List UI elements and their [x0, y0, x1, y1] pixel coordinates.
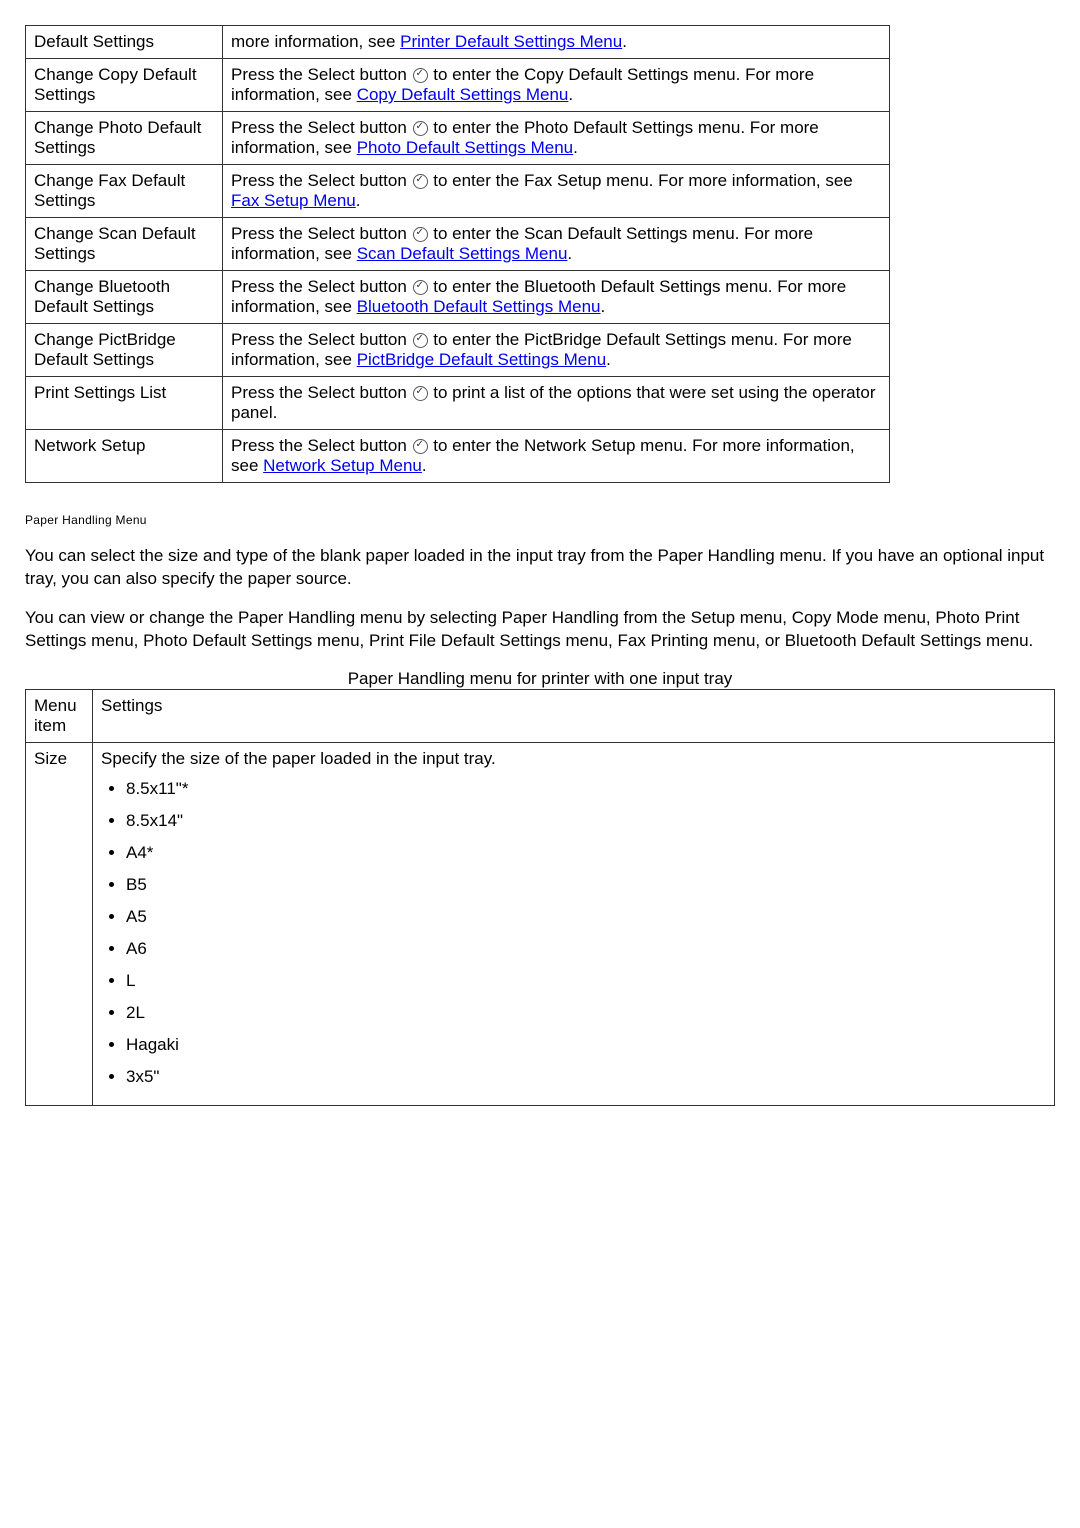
size-option: 2L [126, 1003, 1046, 1023]
select-button-icon [413, 174, 428, 189]
settings-table: Default Settingsmore information, see Pr… [25, 25, 890, 483]
menu-item-label: Network Setup [26, 430, 223, 483]
select-button-icon [413, 227, 428, 242]
size-list: 8.5x11"* 8.5x14" A4* B5 A5 A6 L 2L Hagaki 3x5" [101, 779, 1046, 1087]
menu-item-label: Change Fax Default Settings [26, 165, 223, 218]
menu-link[interactable]: Copy Default Settings Menu [357, 85, 569, 104]
size-option: A5 [126, 907, 1046, 927]
menu-item-description: Press the Select button to enter the Blu… [223, 271, 890, 324]
size-option: L [126, 971, 1046, 991]
menu-item-label: Change Bluetooth Default Settings [26, 271, 223, 324]
size-option: A4* [126, 843, 1046, 863]
menu-link[interactable]: Bluetooth Default Settings Menu [357, 297, 601, 316]
paper-handling-table: Menu item Settings Size Specify the size… [25, 689, 1055, 1106]
menu-item-description: Press the Select button to enter the Sca… [223, 218, 890, 271]
size-option: B5 [126, 875, 1046, 895]
menu-item-label: Change Scan Default Settings [26, 218, 223, 271]
menu-item-description: Press the Select button to enter the Fax… [223, 165, 890, 218]
menu-item-label: Default Settings [26, 26, 223, 59]
row-size-label: Size [26, 742, 93, 1105]
header-menu-item: Menu item [26, 689, 93, 742]
paper-handling-heading: Paper Handling Menu [25, 513, 1055, 527]
select-button-icon [413, 386, 428, 401]
select-button-icon [413, 68, 428, 83]
menu-link[interactable]: Scan Default Settings Menu [357, 244, 568, 263]
row-size-content: Specify the size of the paper loaded in … [93, 742, 1055, 1105]
paragraph-2: You can view or change the Paper Handlin… [25, 607, 1055, 653]
menu-item-label: Change Photo Default Settings [26, 112, 223, 165]
menu-link[interactable]: Fax Setup Menu [231, 191, 356, 210]
select-button-icon [413, 280, 428, 295]
menu-item-label: Change Copy Default Settings [26, 59, 223, 112]
size-description: Specify the size of the paper loaded in … [101, 749, 496, 768]
select-button-icon [413, 333, 428, 348]
size-option: 3x5" [126, 1067, 1046, 1087]
size-option: A6 [126, 939, 1046, 959]
menu-link[interactable]: Photo Default Settings Menu [357, 138, 573, 157]
menu-link[interactable]: Network Setup Menu [263, 456, 422, 475]
size-option: Hagaki [126, 1035, 1046, 1055]
menu-item-label: Print Settings List [26, 377, 223, 430]
size-option: 8.5x14" [126, 811, 1046, 831]
menu-item-label: Change PictBridge Default Settings [26, 324, 223, 377]
menu-item-description: Press the Select button to enter the Pic… [223, 324, 890, 377]
select-button-icon [413, 121, 428, 136]
menu-item-description: Press the Select button to enter the Pho… [223, 112, 890, 165]
menu-link[interactable]: Printer Default Settings Menu [400, 32, 622, 51]
menu-item-description: more information, see Printer Default Se… [223, 26, 890, 59]
menu-item-description: Press the Select button to enter the Net… [223, 430, 890, 483]
size-option: 8.5x11"* [126, 779, 1046, 799]
paragraph-1: You can select the size and type of the … [25, 545, 1055, 591]
select-button-icon [413, 439, 428, 454]
menu-item-description: Press the Select button to print a list … [223, 377, 890, 430]
header-settings: Settings [93, 689, 1055, 742]
table-caption: Paper Handling menu for printer with one… [25, 669, 1055, 689]
menu-link[interactable]: PictBridge Default Settings Menu [357, 350, 606, 369]
menu-item-description: Press the Select button to enter the Cop… [223, 59, 890, 112]
